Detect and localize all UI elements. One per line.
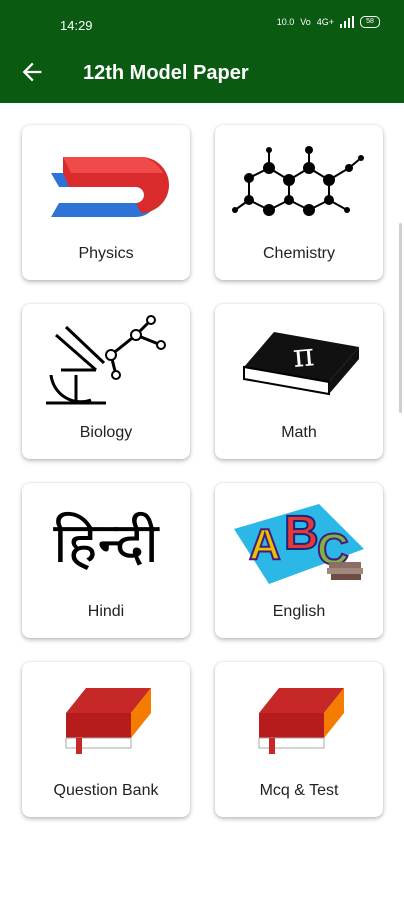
subject-card-mcq-test[interactable]: Mcq & Test: [215, 662, 383, 817]
network-speed: 10.0: [276, 16, 295, 27]
svg-text:π: π: [291, 335, 315, 375]
battery-icon: 58: [360, 16, 380, 28]
microscope-image: [22, 312, 190, 412]
svg-text:B: B: [284, 507, 319, 560]
math-book-image: π: [215, 312, 383, 412]
svg-text:A: A: [249, 520, 281, 569]
subject-label-chemistry: Chemistry: [262, 245, 335, 262]
app-bar: 14:29 10.0 Vo 4G+ 58 12th Model Paper: [0, 0, 404, 103]
molecule-image: [215, 133, 383, 233]
back-arrow-icon[interactable]: [18, 58, 46, 86]
lte-indicator: 4G+: [316, 16, 334, 27]
abc-blocks-image: A B C: [215, 491, 383, 591]
subject-label-math: Math: [281, 424, 317, 441]
subject-card-hindi[interactable]: हिन्दी Hindi: [22, 483, 190, 638]
subject-label-hindi: Hindi: [87, 603, 125, 620]
subject-label-physics: Physics: [78, 245, 134, 262]
hindi-image: हिन्दी: [22, 491, 190, 591]
subject-label-english: English: [272, 603, 326, 620]
status-time: 14:29: [60, 18, 93, 33]
status-icons: 10.0 Vo 4G+ 58: [277, 16, 380, 28]
signal-icon: [340, 16, 354, 28]
subject-label-mcq-test: Mcq & Test: [259, 782, 339, 799]
subject-card-physics[interactable]: Physics: [22, 125, 190, 280]
magnet-image: [22, 133, 190, 233]
subject-card-biology[interactable]: Biology: [22, 304, 190, 459]
subject-grid: Physics Chemistry Biology π Math हिन्दी …: [0, 103, 404, 900]
hindi-script-text: हिन्दी: [53, 511, 159, 576]
subject-card-math[interactable]: π Math: [215, 304, 383, 459]
volte-indicator: Vo: [300, 16, 311, 27]
red-book-image: [22, 670, 190, 770]
subject-card-chemistry[interactable]: Chemistry: [215, 125, 383, 280]
scrollbar[interactable]: [399, 223, 402, 413]
subject-label-question-bank: Question Bank: [53, 782, 159, 799]
page-title: 12th Model Paper: [83, 62, 249, 84]
red-book-image: [215, 670, 383, 770]
subject-card-english[interactable]: A B C English: [215, 483, 383, 638]
subject-card-question-bank[interactable]: Question Bank: [22, 662, 190, 817]
subject-label-biology: Biology: [79, 424, 133, 441]
